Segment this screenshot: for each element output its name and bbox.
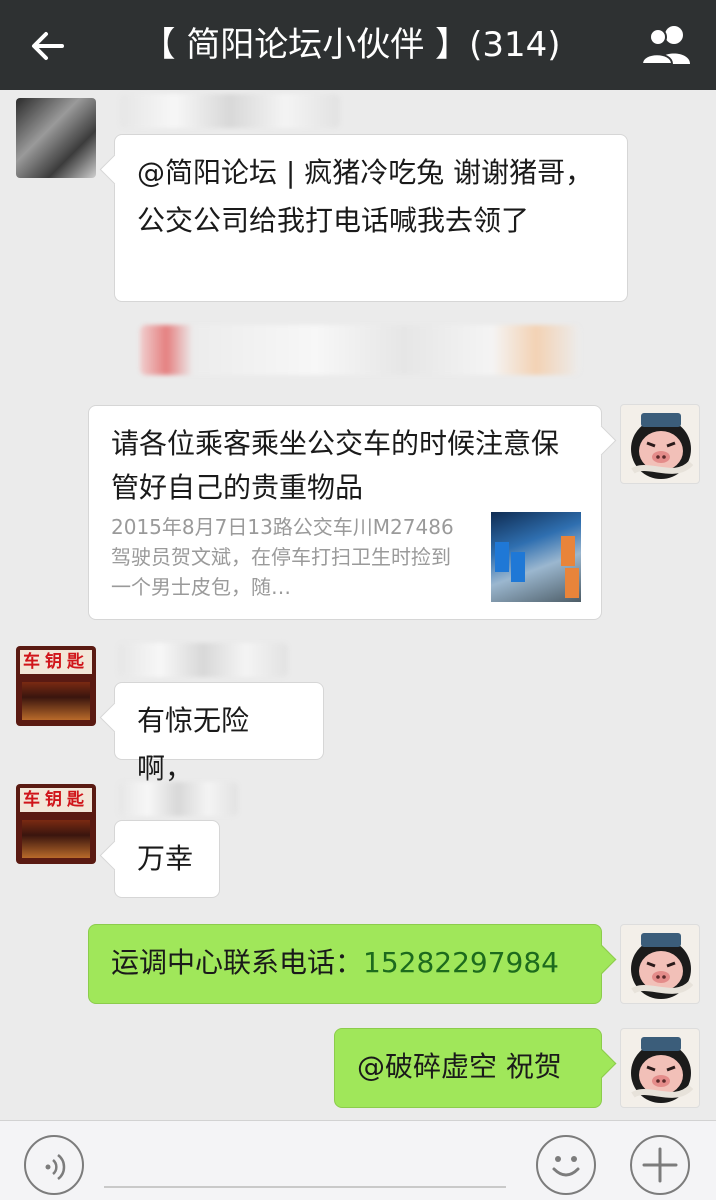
sender-name-blurred	[118, 643, 288, 677]
avatar[interactable]	[620, 924, 700, 1004]
message-text: @破碎虚空 祝贺	[357, 1050, 562, 1083]
avatar[interactable]	[620, 404, 700, 484]
message-text: @简阳论坛 | 疯猪冷吃兔 谢谢猪哥，公交公司给我打电话喊我去领了	[137, 156, 594, 237]
pig-avatar-icon	[631, 933, 694, 999]
message-bubble[interactable]: @破碎虚空 祝贺	[334, 1028, 602, 1108]
message-bubble[interactable]: 万幸	[114, 820, 220, 898]
message-bubble[interactable]: @简阳论坛 | 疯猪冷吃兔 谢谢猪哥，公交公司给我打电话喊我去领了	[114, 134, 628, 302]
voice-icon	[45, 1154, 66, 1180]
emoji-icon	[552, 1156, 580, 1177]
avatar[interactable]: 车钥匙	[16, 784, 96, 864]
message-text: 万幸	[137, 842, 194, 875]
sender-name-blurred	[118, 782, 238, 816]
avatar[interactable]	[16, 98, 96, 178]
back-button[interactable]	[22, 20, 74, 72]
add-more-button[interactable]	[630, 1135, 690, 1195]
plus-icon	[642, 1147, 678, 1183]
shop-sign-text: 车钥匙	[20, 788, 92, 812]
avatar[interactable]	[620, 1028, 700, 1108]
message-text: 运调中心联系电话：	[111, 946, 364, 979]
shared-article-card[interactable]: 请各位乘客乘坐公交车的时候注意保管好自己的贵重物品 2015年8月7日13路公交…	[88, 405, 602, 620]
message-input[interactable]	[104, 1186, 506, 1188]
emoji-button[interactable]	[536, 1135, 596, 1195]
chat-title: 【 简阳论坛小伙伴 】(314)	[141, 25, 561, 65]
shop-sign-text: 车钥匙	[20, 650, 92, 674]
group-members-button[interactable]	[638, 20, 698, 70]
message-bubble[interactable]: 运调中心联系电话：15282297984	[88, 924, 602, 1004]
article-thumbnail	[491, 512, 581, 602]
phone-number-link[interactable]: 15282297984	[363, 946, 559, 979]
pig-avatar-icon	[631, 413, 694, 479]
avatar[interactable]: 车钥匙	[16, 646, 96, 726]
chat-message-list[interactable]: @简阳论坛 | 疯猪冷吃兔 谢谢猪哥，公交公司给我打电话喊我去领了 请各位乘客乘…	[0, 90, 716, 1120]
voice-button[interactable]	[24, 1135, 84, 1195]
article-title: 请各位乘客乘坐公交车的时候注意保管好自己的贵重物品	[111, 427, 560, 504]
system-notice-blurred	[140, 325, 580, 375]
group-members-icon	[640, 26, 690, 65]
article-description: 2015年8月7日13路公交车川M27486驾驶员贺文斌，在停车打扫卫生时捡到一…	[111, 515, 454, 599]
message-bubble[interactable]: 有惊无险啊，	[114, 682, 324, 785]
pig-avatar-icon	[631, 1037, 694, 1103]
message-text: 有惊无险啊，	[137, 704, 250, 785]
chat-input-bar	[0, 1120, 716, 1200]
chat-header: 【 简阳论坛小伙伴 】(314)	[0, 0, 716, 90]
back-arrow-icon	[32, 32, 64, 60]
sender-name-blurred	[120, 94, 340, 128]
